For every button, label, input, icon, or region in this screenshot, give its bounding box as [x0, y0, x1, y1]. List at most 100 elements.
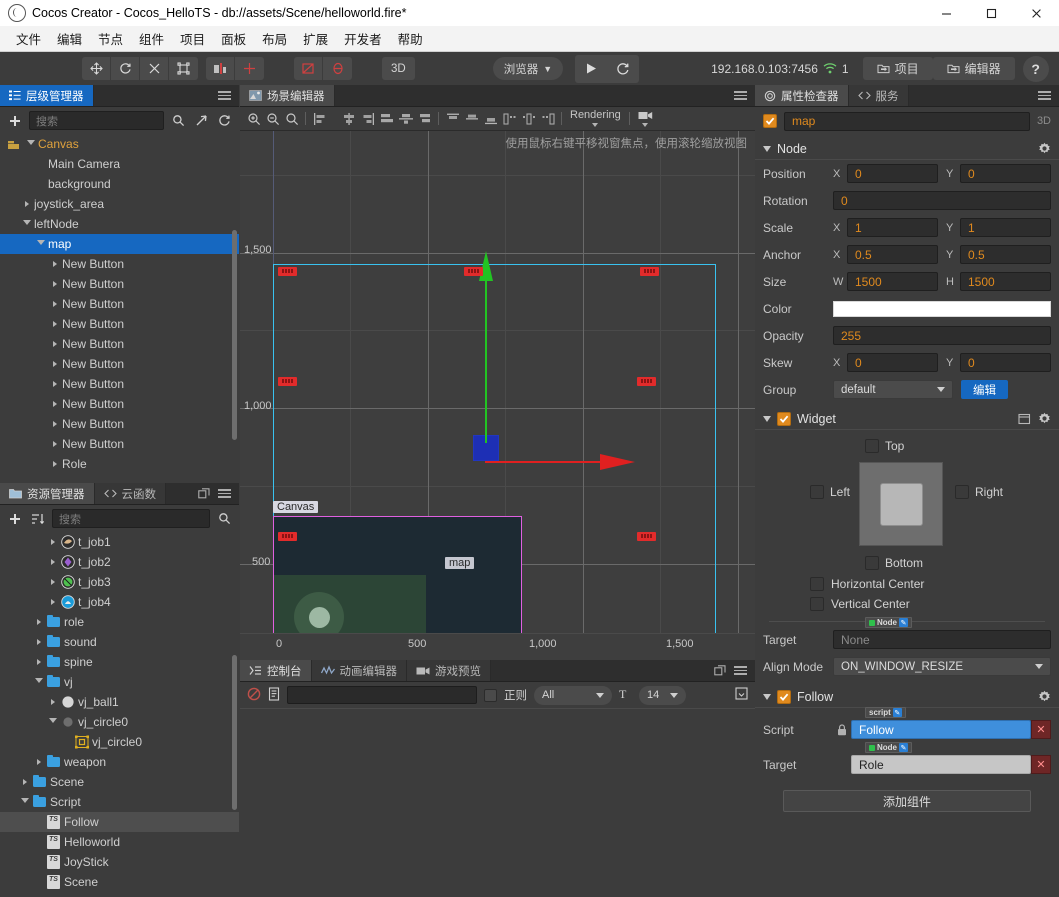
- add-node-icon[interactable]: [6, 112, 23, 129]
- tree-toggle[interactable]: [48, 381, 62, 387]
- scale-y-input[interactable]: 1: [960, 218, 1051, 237]
- node-enabled-checkbox[interactable]: [763, 114, 777, 128]
- follow-script-remove-button[interactable]: ✕: [1031, 720, 1051, 739]
- hamburger-icon[interactable]: [734, 666, 747, 675]
- rendering-dropdown[interactable]: Rendering: [566, 110, 625, 127]
- hierarchy-panel-menu[interactable]: [210, 85, 239, 106]
- asset-row[interactable]: TSJoyStick: [0, 852, 239, 872]
- hierarchy-scrollbar[interactable]: [232, 230, 237, 440]
- tree-toggle[interactable]: [48, 321, 62, 327]
- size-width-input[interactable]: 1500: [847, 272, 938, 291]
- tree-toggle[interactable]: [32, 619, 46, 625]
- tree-toggle[interactable]: [32, 759, 46, 765]
- spread-left-icon[interactable]: [500, 109, 519, 129]
- hierarchy-node-row[interactable]: New Button: [0, 394, 239, 414]
- scale-x-input[interactable]: 1: [847, 218, 938, 237]
- widget-bottom-checkbox[interactable]: [865, 556, 879, 570]
- minimize-button[interactable]: [924, 0, 969, 26]
- scene-viewport[interactable]: 使用鼠标右键平移视窗焦点，使用滚轮缩放视图 1,500 1,000 500 0: [240, 131, 755, 660]
- font-size-select[interactable]: 14: [639, 686, 686, 705]
- editor-settings-button[interactable]: 编辑器: [933, 57, 1015, 80]
- console-settings-icon[interactable]: [735, 687, 748, 703]
- widget-enabled-checkbox[interactable]: [777, 412, 791, 426]
- gizmo-tool-icon[interactable]: [323, 57, 352, 80]
- anchor-y-input[interactable]: 0.5: [960, 245, 1051, 264]
- tree-toggle[interactable]: [48, 401, 62, 407]
- tree-toggle[interactable]: [48, 421, 62, 427]
- resize-handle-cr[interactable]: [637, 532, 656, 541]
- tab-assets[interactable]: 资源管理器: [0, 483, 95, 504]
- hierarchy-node-row[interactable]: New Button: [0, 294, 239, 314]
- tree-toggle[interactable]: [48, 301, 62, 307]
- gizmo-x-axis[interactable]: [485, 454, 635, 470]
- sort-icon[interactable]: [29, 510, 46, 527]
- widget-vcenter-checkbox[interactable]: [810, 597, 824, 611]
- menu-node[interactable]: 节点: [90, 26, 131, 51]
- edit-icon[interactable]: ✎: [893, 708, 902, 717]
- resize-handle-ml[interactable]: [278, 377, 297, 386]
- asset-row[interactable]: spine: [0, 652, 239, 672]
- asset-row[interactable]: vj_ball1: [0, 692, 239, 712]
- tab-services[interactable]: 服务: [849, 85, 909, 106]
- clip-tool-icon[interactable]: [294, 57, 323, 80]
- camera-dropdown[interactable]: [634, 110, 657, 127]
- console-search-input[interactable]: [287, 686, 477, 704]
- resize-handle-mr[interactable]: [637, 377, 656, 386]
- menu-file[interactable]: 文件: [8, 26, 49, 51]
- hierarchy-node-row[interactable]: New Button: [0, 274, 239, 294]
- tree-toggle[interactable]: [34, 240, 48, 248]
- edit-icon[interactable]: ✎: [899, 618, 908, 627]
- widget-right-checkbox[interactable]: [955, 485, 969, 499]
- follow-script-field[interactable]: Follow: [851, 720, 1031, 739]
- coordinate-tool-icon[interactable]: [235, 57, 264, 80]
- align-mode-select[interactable]: ON_WINDOW_RESIZE: [833, 657, 1051, 676]
- group-select[interactable]: default: [833, 380, 953, 399]
- tree-toggle[interactable]: [48, 281, 62, 287]
- skew-x-input[interactable]: 0: [847, 353, 938, 372]
- widget-left-checkbox[interactable]: [810, 485, 824, 499]
- assets-scrollbar[interactable]: [232, 655, 237, 810]
- asset-row[interactable]: Scene: [0, 772, 239, 792]
- position-y-input[interactable]: 0: [960, 164, 1051, 183]
- zoom-in-icon[interactable]: [244, 109, 263, 129]
- hierarchy-node-row[interactable]: Main Camera: [0, 154, 239, 174]
- asset-row[interactable]: weapon: [0, 752, 239, 772]
- rotate-tool-icon[interactable]: [111, 57, 140, 80]
- align-top-icon[interactable]: [443, 109, 462, 129]
- hierarchy-tree[interactable]: CanvasMain Camerabackgroundjoystick_area…: [0, 134, 239, 476]
- menu-component[interactable]: 组件: [131, 26, 172, 51]
- add-component-button[interactable]: 添加组件: [783, 790, 1031, 812]
- hierarchy-node-row[interactable]: leftNode: [0, 214, 239, 234]
- distribute-h-icon[interactable]: [377, 109, 396, 129]
- position-x-input[interactable]: 0: [847, 164, 938, 183]
- hierarchy-node-row[interactable]: New Button: [0, 334, 239, 354]
- asset-row[interactable]: TSFollow: [0, 812, 239, 832]
- play-button[interactable]: [575, 55, 607, 83]
- hierarchy-node-row[interactable]: New Button: [0, 254, 239, 274]
- hierarchy-node-row[interactable]: map: [0, 234, 239, 254]
- inspector-panel-menu[interactable]: [1030, 85, 1059, 106]
- asset-row[interactable]: t_job3: [0, 572, 239, 592]
- menu-extension[interactable]: 扩展: [295, 26, 336, 51]
- refresh-button[interactable]: [607, 55, 639, 83]
- group-edit-button[interactable]: 编辑: [961, 380, 1008, 399]
- tab-game-preview[interactable]: 游戏预览: [407, 660, 491, 681]
- align-middle-icon[interactable]: [462, 109, 481, 129]
- asset-row[interactable]: TSHelloworld: [0, 832, 239, 852]
- menu-panel[interactable]: 面板: [213, 26, 254, 51]
- tree-toggle[interactable]: [48, 261, 62, 267]
- skew-y-input[interactable]: 0: [960, 353, 1051, 372]
- edit-icon[interactable]: ✎: [899, 743, 908, 752]
- help-button[interactable]: ?: [1023, 56, 1049, 82]
- align-bottom-icon[interactable]: [481, 109, 500, 129]
- asset-row[interactable]: t_job1: [0, 532, 239, 552]
- distribute-v-icon[interactable]: [415, 109, 434, 129]
- tree-toggle[interactable]: [46, 579, 60, 585]
- tree-toggle[interactable]: [32, 678, 46, 686]
- tree-toggle[interactable]: [46, 559, 60, 565]
- tree-toggle[interactable]: [32, 659, 46, 665]
- zoom-fit-icon[interactable]: [282, 109, 301, 129]
- widget-top-checkbox[interactable]: [865, 439, 879, 453]
- hamburger-icon[interactable]: [1038, 91, 1051, 100]
- tree-toggle[interactable]: [46, 539, 60, 545]
